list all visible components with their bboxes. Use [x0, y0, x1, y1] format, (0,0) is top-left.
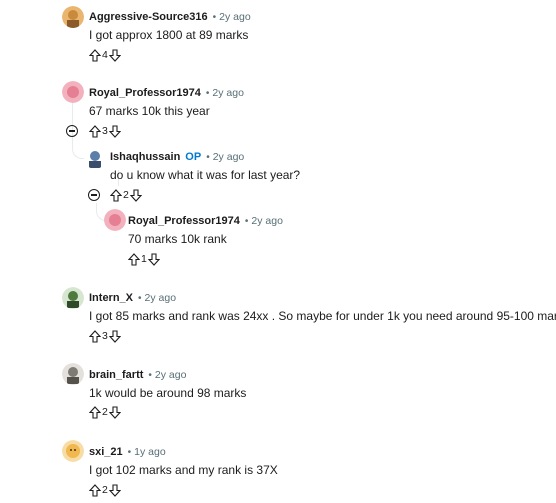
upvote-arrow-icon[interactable] — [89, 405, 101, 419]
avatar[interactable] — [62, 287, 84, 309]
timestamp[interactable]: 2y ago — [251, 215, 283, 227]
username[interactable]: Aggressive-Source316 — [89, 11, 208, 23]
downvote-arrow-icon[interactable] — [108, 483, 121, 497]
collapse-minus-icon[interactable] — [66, 125, 78, 137]
downvote-arrow-icon[interactable] — [108, 48, 121, 62]
separator-dot: • — [127, 446, 132, 458]
downvote-arrow-icon[interactable] — [129, 188, 142, 202]
comment-body: 70 marks 10k rank — [128, 232, 227, 246]
username[interactable]: brain_fartt — [89, 369, 143, 381]
timestamp[interactable]: 2y ago — [213, 151, 245, 163]
separator-dot: • — [244, 215, 249, 227]
downvote-arrow-icon[interactable] — [147, 252, 160, 266]
username[interactable]: Intern_X — [89, 292, 133, 304]
avatar[interactable] — [62, 81, 84, 103]
upvote-arrow-icon[interactable] — [128, 252, 140, 266]
upvote-arrow-icon[interactable] — [89, 483, 101, 497]
comment-body: I got approx 1800 at 89 marks — [89, 28, 249, 42]
vote-score: 3 — [102, 125, 108, 137]
username[interactable]: Royal_Professor1974 — [128, 215, 240, 227]
avatar[interactable] — [62, 6, 84, 28]
separator-dot: • — [148, 369, 152, 381]
avatar[interactable] — [84, 147, 106, 169]
comment-body: I got 102 marks and my rank is 37X — [89, 463, 278, 477]
upvote-arrow-icon[interactable] — [89, 48, 101, 62]
upvote-arrow-icon[interactable] — [89, 124, 101, 138]
username[interactable]: sxi_21 — [89, 446, 123, 458]
op-badge: OP — [185, 151, 202, 163]
timestamp[interactable]: 2y ago — [155, 369, 187, 381]
vote-score: 2 — [102, 484, 108, 496]
timestamp[interactable]: 2y ago — [219, 11, 251, 23]
vote-score: 4 — [102, 49, 108, 61]
separator-dot: • — [138, 292, 142, 304]
vote-score: 1 — [141, 253, 147, 265]
username[interactable]: Ishaqhussain — [110, 151, 180, 163]
separator-dot: • — [205, 87, 210, 99]
vote-score: 2 — [123, 189, 129, 201]
vote-score: 3 — [102, 330, 108, 342]
timestamp[interactable]: 1y ago — [134, 446, 166, 458]
downvote-arrow-icon[interactable] — [108, 405, 121, 419]
avatar[interactable] — [62, 363, 84, 385]
avatar[interactable] — [62, 440, 84, 462]
downvote-arrow-icon[interactable] — [108, 124, 121, 138]
comment-body: I got 85 marks and rank was 24xx . So ma… — [89, 309, 556, 323]
collapse-minus-icon[interactable] — [88, 189, 100, 201]
timestamp[interactable]: 2y ago — [212, 87, 244, 99]
downvote-arrow-icon[interactable] — [108, 329, 121, 343]
upvote-arrow-icon[interactable] — [89, 329, 101, 343]
comment-body: 1k would be around 98 marks — [89, 386, 247, 400]
comment-body: do u know what it was for last year? — [110, 168, 301, 182]
comment-body: 67 marks 10k this year — [89, 104, 210, 118]
upvote-arrow-icon[interactable] — [110, 188, 122, 202]
separator-dot: • — [206, 151, 210, 163]
vote-score: 2 — [102, 406, 108, 418]
avatar[interactable] — [104, 209, 126, 231]
username[interactable]: Royal_Professor1974 — [89, 87, 201, 99]
separator-dot: • — [212, 11, 217, 23]
timestamp[interactable]: 2y ago — [145, 292, 177, 304]
